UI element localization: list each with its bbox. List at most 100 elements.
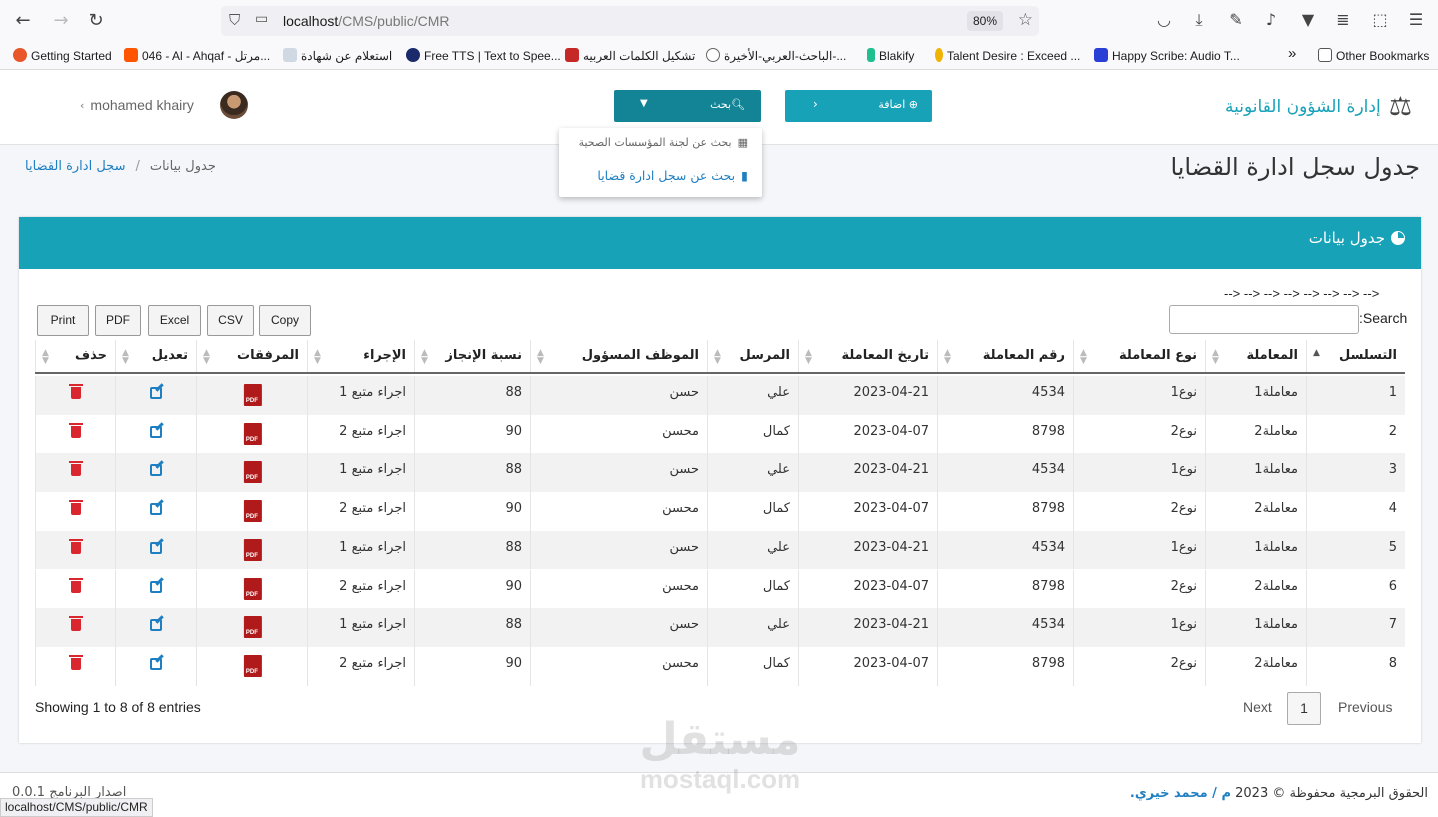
cell-delete[interactable]	[35, 414, 115, 454]
column-header-attachments[interactable]: المرفقات ▲ ▼	[196, 340, 307, 372]
excel-button[interactable]: Excel	[148, 305, 201, 336]
trash-icon[interactable]	[68, 422, 83, 438]
bookmark-item[interactable]: Happy Scribe: Audio T...	[1094, 48, 1240, 66]
address-bar[interactable]: ⛉ ▭ localhost/CMS/public/CMR 80% ☆	[221, 6, 1039, 36]
user-menu[interactable]: ‹ mohamed khairy	[80, 90, 248, 120]
zoom-indicator[interactable]: 80%	[967, 11, 1004, 31]
pocket-icon[interactable]: ◡	[1153, 10, 1175, 29]
cell-edit[interactable]	[115, 492, 196, 531]
column-header-serial[interactable]: التسلسل ▲	[1306, 340, 1405, 372]
forward-arrow-icon[interactable]: →	[49, 9, 73, 33]
edit-icon[interactable]	[150, 464, 162, 477]
extensions-icon[interactable]: ⬚	[1369, 10, 1391, 29]
url-text[interactable]: localhost/CMS/public/CMR	[283, 13, 450, 29]
reload-icon[interactable]: ↻	[84, 9, 108, 33]
print-button[interactable]: Print	[37, 305, 89, 336]
column-header-delete[interactable]: حذف ▲ ▼	[35, 340, 115, 372]
column-header-transaction[interactable]: المعاملة ▲ ▼	[1205, 340, 1306, 372]
trash-icon[interactable]	[68, 616, 83, 632]
csv-button[interactable]: CSV	[207, 305, 254, 336]
copy-button[interactable]: Copy	[259, 305, 311, 336]
bookmark-item[interactable]: Blakify	[867, 48, 914, 66]
edit-icon[interactable]	[150, 657, 162, 670]
cell-attachments[interactable]	[196, 608, 307, 647]
edit-icon[interactable]	[150, 503, 162, 516]
back-arrow-icon[interactable]: ←	[11, 9, 35, 33]
author-link[interactable]: م / محمد خيري.	[1130, 786, 1231, 801]
pdf-button[interactable]: PDF	[95, 305, 141, 336]
menu-icon[interactable]: ☰	[1405, 10, 1427, 29]
cell-attachments[interactable]	[196, 453, 307, 493]
page-1-button[interactable]: 1	[1287, 692, 1321, 725]
cell-attachments[interactable]	[196, 530, 307, 570]
column-header-sender[interactable]: المرسل ▲ ▼	[707, 340, 798, 372]
avatar[interactable]	[219, 91, 248, 119]
bookmark-item[interactable]: 046 - Al - Ahqaf - مرتل...	[124, 48, 270, 66]
cell-delete[interactable]	[35, 376, 115, 415]
column-header-procedure[interactable]: الإجراء ▲ ▼	[307, 340, 414, 372]
add-button[interactable]: ⊕ اضافة ›	[785, 90, 932, 122]
pdf-file-icon[interactable]	[243, 538, 262, 561]
vpn-icon[interactable]: ▼	[1297, 10, 1319, 29]
cell-delete[interactable]	[35, 608, 115, 647]
speaker-icon[interactable]: ♪	[1260, 10, 1282, 29]
previous-page-button[interactable]: Previous	[1338, 699, 1392, 715]
cell-edit[interactable]	[115, 646, 196, 686]
cell-edit[interactable]	[115, 414, 196, 454]
edit-icon[interactable]	[150, 541, 162, 554]
bookmark-star-icon[interactable]: ☆	[1018, 10, 1033, 30]
bookmark-item[interactable]: تشكيل الكلمات العربيه	[565, 48, 695, 66]
breadcrumb-link[interactable]: سجل ادارة القضايا	[25, 159, 125, 174]
download-icon[interactable]: ⤓	[1188, 10, 1210, 30]
pdf-file-icon[interactable]	[243, 616, 262, 639]
eyedropper-icon[interactable]: ✎	[1225, 10, 1247, 29]
cell-attachments[interactable]	[196, 569, 307, 609]
trash-icon[interactable]	[68, 577, 83, 593]
bookmark-item[interactable]: Getting Started	[13, 48, 112, 66]
column-header-responsible-employee[interactable]: الموظف المسؤول ▲ ▼	[530, 340, 707, 372]
pdf-file-icon[interactable]	[243, 654, 262, 677]
other-bookmarks[interactable]: Other Bookmarks	[1318, 48, 1429, 66]
shield-icon[interactable]: ⛉	[229, 11, 240, 29]
menu-item-case-registry[interactable]: ▮ بحث عن سجل ادارة قضايا	[597, 168, 748, 183]
cell-delete[interactable]	[35, 530, 115, 570]
table-search-input[interactable]	[1169, 305, 1359, 334]
column-header-edit[interactable]: تعديل ▲ ▼	[115, 340, 196, 372]
cell-edit[interactable]	[115, 376, 196, 415]
pdf-file-icon[interactable]	[243, 461, 262, 484]
bookmarks-overflow-chevron[interactable]: »	[1288, 45, 1296, 63]
cell-delete[interactable]	[35, 646, 115, 686]
column-header-transaction-type[interactable]: نوع المعاملة ▲ ▼	[1073, 340, 1205, 372]
next-page-button[interactable]: Next	[1243, 699, 1272, 715]
bookmark-item[interactable]: الباحث-العربي-الأخيرة-...	[706, 48, 846, 66]
column-header-completion-rate[interactable]: نسبة الإنجاز ▲ ▼	[414, 340, 530, 372]
cell-edit[interactable]	[115, 453, 196, 493]
cell-attachments[interactable]	[196, 414, 307, 454]
pdf-file-icon[interactable]	[243, 422, 262, 445]
search-menu-button[interactable]: 🔍︎بحث ▼	[614, 90, 761, 122]
edit-icon[interactable]	[150, 580, 162, 593]
edit-icon[interactable]	[150, 425, 162, 438]
cell-attachments[interactable]	[196, 646, 307, 686]
brand[interactable]: ⚖ إدارة الشؤون القانونية	[1225, 92, 1412, 122]
bookmark-item[interactable]: Free TTS | Text to Spee...	[406, 48, 561, 66]
bookmark-item[interactable]: Talent Desire : Exceed ...	[935, 48, 1080, 66]
extension-list-icon[interactable]: ≣	[1332, 10, 1354, 29]
edit-icon[interactable]	[150, 387, 162, 399]
cell-delete[interactable]	[35, 569, 115, 609]
pdf-file-icon[interactable]	[243, 384, 262, 406]
trash-icon[interactable]	[68, 500, 83, 516]
edit-icon[interactable]	[150, 619, 162, 632]
column-header-transaction-number[interactable]: رقم المعاملة ▲ ▼	[937, 340, 1073, 372]
trash-icon[interactable]	[68, 384, 83, 399]
page-icon[interactable]: ▭	[255, 11, 268, 27]
cell-delete[interactable]	[35, 492, 115, 531]
trash-icon[interactable]	[68, 538, 83, 554]
cell-edit[interactable]	[115, 530, 196, 570]
menu-item-health-committee[interactable]: ▦ بحث عن لجنة المؤسسات الصحية	[579, 136, 748, 149]
column-header-transaction-date[interactable]: تاريخ المعاملة ▲ ▼	[798, 340, 937, 372]
pdf-file-icon[interactable]	[243, 577, 262, 600]
cell-attachments[interactable]	[196, 492, 307, 531]
trash-icon[interactable]	[68, 461, 83, 477]
trash-icon[interactable]	[68, 654, 83, 670]
